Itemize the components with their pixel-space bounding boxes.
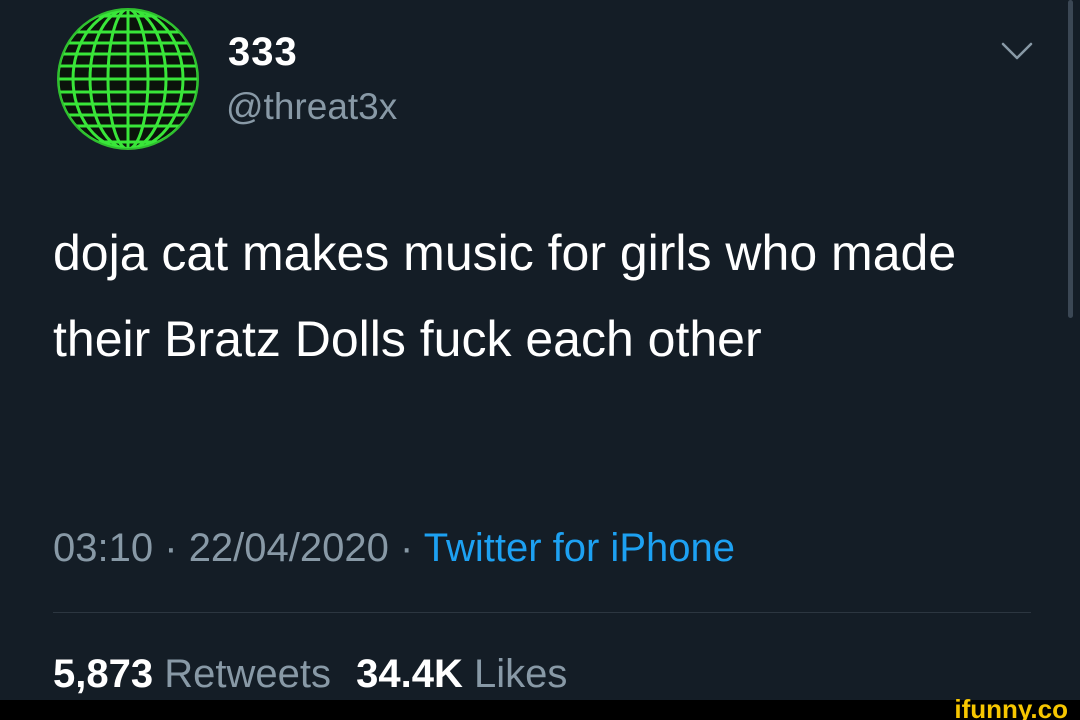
- user-handle[interactable]: @threat3x: [226, 86, 397, 128]
- meta-separator: ·: [400, 526, 414, 570]
- retweets-count: 5,873: [53, 652, 154, 696]
- likes-count: 34.4K: [356, 652, 463, 696]
- tweet-meta: 03:10 · 22/04/2020 · Twitter for iPhone: [53, 526, 735, 571]
- avatar[interactable]: [50, 4, 206, 154]
- tweet-time: 03:10: [53, 526, 154, 570]
- tweet-stats: 5,873 Retweets 34.4K Likes: [53, 652, 567, 697]
- tweet-card: 333 @threat3x doja cat makes music for g…: [0, 0, 1080, 700]
- display-name[interactable]: 333: [228, 30, 298, 75]
- chevron-down-icon[interactable]: [1000, 40, 1034, 62]
- retweets-label: Retweets: [164, 652, 331, 696]
- retweets-stat[interactable]: 5,873 Retweets: [53, 652, 342, 696]
- watermark: ifunny.co: [954, 694, 1068, 720]
- tweet-text: doja cat makes music for girls who made …: [53, 225, 957, 367]
- tweet-source-link[interactable]: Twitter for iPhone: [424, 526, 735, 570]
- meta-separator: ·: [164, 526, 178, 570]
- likes-label: Likes: [473, 652, 568, 696]
- divider: [53, 612, 1031, 613]
- footer-bar: ifunny.co: [0, 694, 1080, 720]
- wireframe-globe-icon: [57, 8, 199, 150]
- scrollbar[interactable]: [1068, 0, 1073, 318]
- likes-stat[interactable]: 34.4K Likes: [356, 652, 567, 696]
- tweet-date: 22/04/2020: [188, 526, 389, 570]
